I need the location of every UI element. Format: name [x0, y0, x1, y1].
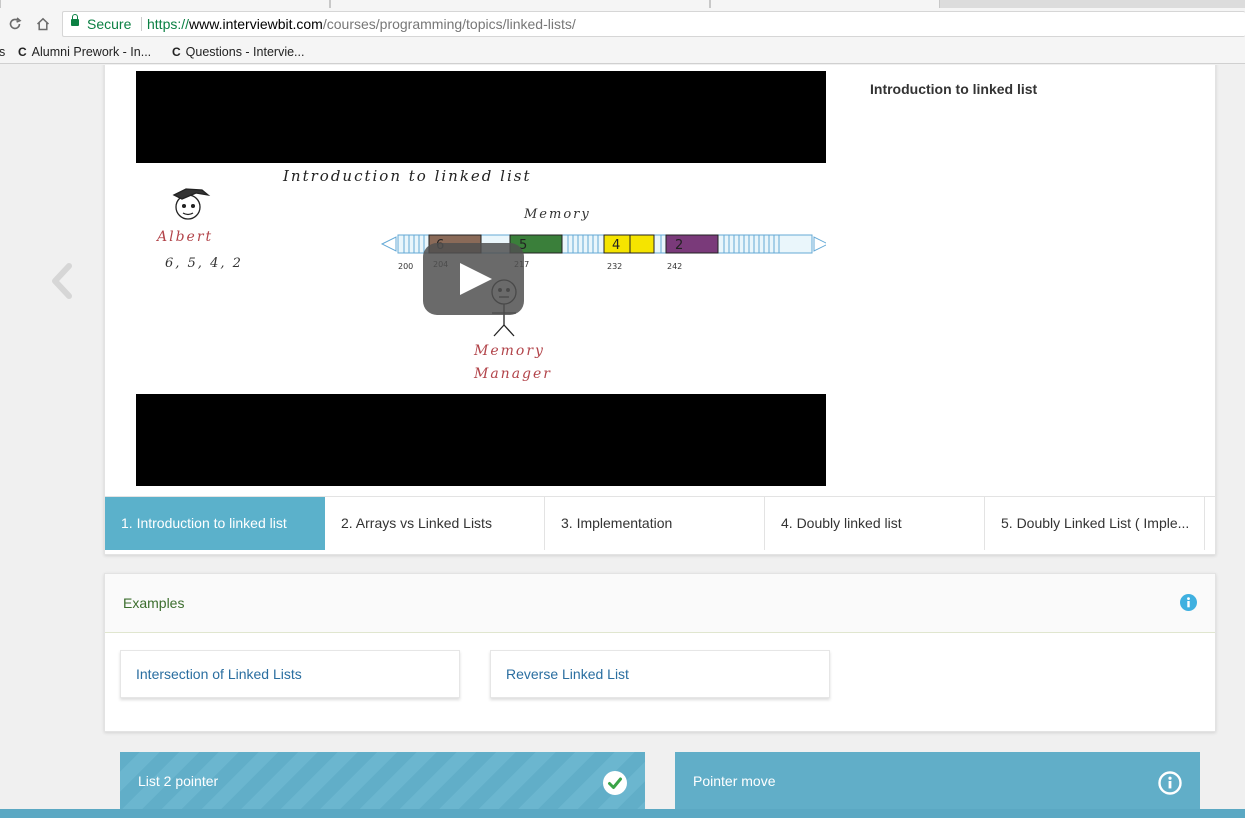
chevron-left-icon[interactable]: [48, 261, 76, 301]
svg-text:232: 232: [607, 262, 622, 271]
svg-text:Memory: Memory: [473, 343, 545, 359]
lock-icon: [71, 14, 79, 26]
bookmark-item[interactable]: C Questions - Intervie...: [172, 40, 304, 64]
url-text: https://www.interviewbit.com/courses/pro…: [147, 16, 576, 32]
bookmark-c-icon: C: [172, 45, 181, 59]
browser-toolbar: Secure https://www.interviewbit.com/cour…: [0, 8, 1245, 40]
lesson-tab[interactable]: 3. Implementation: [545, 497, 765, 550]
svg-text:2: 2: [675, 238, 683, 253]
video-title: Introduction to linked list: [870, 81, 1038, 97]
browser-tab-strip: [0, 0, 1245, 8]
page-content: Introduction to linked list Albert 6, 5,…: [0, 65, 1245, 818]
bookmarks-bar: s C Alumni Prework - In... C Questions - I…: [0, 40, 1245, 64]
info-icon[interactable]: [1180, 594, 1197, 611]
browser-tab[interactable]: [0, 0, 330, 8]
example-link[interactable]: Reverse Linked List: [490, 650, 830, 698]
lesson-tab[interactable]: 2. Arrays vs Linked Lists: [325, 497, 545, 550]
bookmark-item[interactable]: C Alumni Prework - In...: [18, 40, 151, 64]
examples-title: Examples: [123, 595, 185, 611]
lesson-tab[interactable]: 5. Doubly Linked List ( Imple...: [985, 497, 1205, 550]
examples-card: Examples Intersection of Linked Lists Re…: [104, 573, 1216, 732]
address-bar[interactable]: Secure https://www.interviewbit.com/cour…: [62, 11, 1245, 37]
svg-text:Introduction to linked list: Introduction to linked list: [282, 167, 532, 185]
svg-text:Memory: Memory: [523, 207, 591, 222]
svg-text:6, 5, 4, 2: 6, 5, 4, 2: [165, 256, 243, 271]
check-circle-icon: [603, 771, 627, 795]
svg-text:Albert: Albert: [155, 229, 213, 245]
browser-tab[interactable]: [330, 0, 710, 8]
bottom-bar: [0, 809, 1245, 818]
bookmark-item[interactable]: s: [0, 40, 5, 64]
lesson-tabs: 1. Introduction to linked list 2. Arrays…: [105, 496, 1215, 550]
svg-text:200: 200: [398, 262, 413, 271]
url-divider: [141, 17, 142, 31]
video-player[interactable]: Introduction to linked list Albert 6, 5,…: [136, 71, 826, 486]
reload-icon[interactable]: [5, 14, 25, 34]
lesson-tab[interactable]: 1. Introduction to linked list: [105, 497, 325, 550]
bookmark-c-icon: C: [18, 45, 27, 59]
video-lesson-card: Introduction to linked list Albert 6, 5,…: [104, 65, 1216, 555]
svg-text:4: 4: [612, 238, 620, 253]
home-icon[interactable]: [33, 14, 53, 34]
problem-title: Pointer move: [693, 773, 776, 789]
info-icon[interactable]: [1158, 771, 1182, 795]
play-button[interactable]: [423, 243, 524, 315]
svg-text:Manager: Manager: [473, 366, 552, 382]
svg-text:242: 242: [667, 262, 682, 271]
examples-header: Examples: [105, 574, 1215, 633]
video-letterbox-bottom: [136, 394, 826, 486]
browser-tab[interactable]: [710, 0, 940, 8]
lesson-tab[interactable]: 4. Doubly linked list: [765, 497, 985, 550]
problem-title: List 2 pointer: [138, 773, 219, 789]
secure-label: Secure: [87, 16, 132, 32]
example-link[interactable]: Intersection of Linked Lists: [120, 650, 460, 698]
video-letterbox-top: [136, 71, 826, 163]
